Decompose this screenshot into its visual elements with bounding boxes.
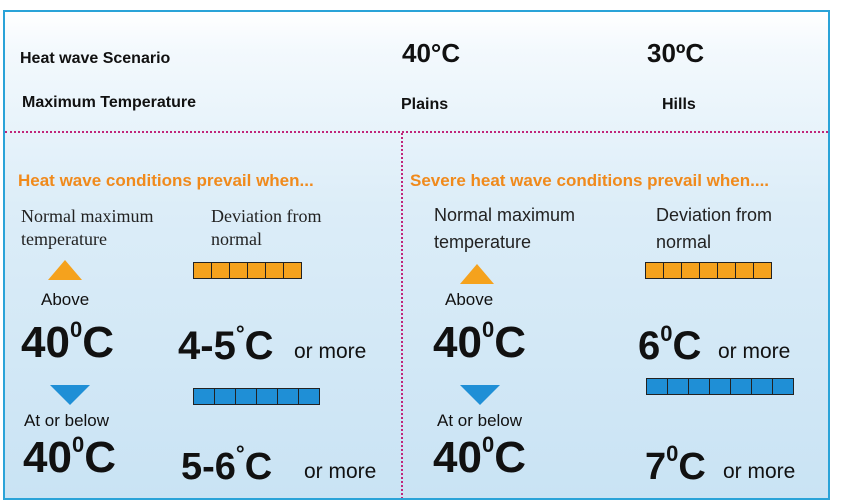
severe-deviation-line2: normal [656, 232, 712, 252]
above-temp: 400C [21, 317, 114, 367]
severe-below-or-more: or more [723, 460, 796, 483]
severe-above-temp: 400C [433, 317, 526, 367]
severe-normal-max-line2: temperature [434, 232, 532, 252]
heat-wave-title: Heat wave conditions prevail when... [18, 171, 314, 190]
down-triangle-icon [50, 385, 90, 405]
above-label: Above [41, 290, 90, 309]
normal-max-label: Normal maximum temperature [21, 205, 153, 251]
below-deviation: 5-6°C [181, 441, 273, 488]
severe-above-label: Above [445, 290, 494, 309]
severe-deviation-line1: Deviation from [656, 205, 773, 225]
above-deviation: 4-5°C [178, 320, 274, 368]
hills-label: Hills [662, 96, 696, 113]
scenario-label: Heat wave Scenario [20, 50, 171, 67]
heat-wave-infographic: Heat wave Scenario Maximum Temperature 4… [3, 10, 830, 500]
plains-temp: 40°C [402, 38, 461, 68]
below-temp: 400C [23, 432, 116, 482]
severe-below-temp: 400C [433, 432, 526, 482]
severe-orange-deviation-bar [645, 262, 772, 279]
up-triangle-icon [48, 260, 82, 280]
severe-down-triangle-icon [460, 385, 500, 405]
hills-temp: 30ºC [647, 38, 705, 68]
severe-above-or-more: or more [718, 340, 791, 363]
blue-deviation-bar [193, 388, 320, 405]
deviation-line1: Deviation from [211, 206, 322, 226]
vertical-divider [401, 133, 403, 498]
severe-normal-max-label: Normal maximum temperature [434, 202, 575, 256]
severe-normal-max-line1: Normal maximum [434, 205, 576, 225]
deviation-line2: normal [211, 229, 262, 249]
severe-deviation-label: Deviation from normal [656, 202, 772, 256]
below-or-more: or more [304, 460, 377, 483]
severe-below-label: At or below [437, 411, 523, 430]
deviation-label: Deviation from normal [211, 205, 321, 251]
plains-label: Plains [401, 96, 449, 113]
severe-up-triangle-icon [460, 264, 494, 284]
orange-deviation-bar [193, 262, 302, 279]
normal-max-line2: temperature [21, 229, 107, 249]
normal-max-line1: Normal maximum [21, 206, 154, 226]
severe-blue-deviation-bar [646, 378, 794, 395]
below-label: At or below [24, 411, 110, 430]
severe-below-deviation: 70C [645, 441, 706, 488]
severe-heat-wave-title: Severe heat wave conditions prevail when… [410, 171, 770, 190]
max-temp-label: Maximum Temperature [22, 94, 196, 111]
horizontal-divider [5, 131, 828, 133]
severe-above-deviation: 60C [638, 320, 702, 368]
above-or-more: or more [294, 340, 367, 363]
